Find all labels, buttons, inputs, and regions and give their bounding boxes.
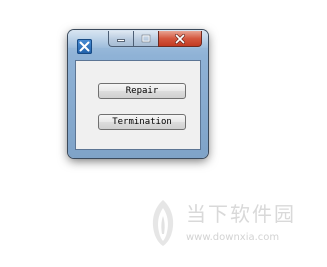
watermark-brand: 当下软件园	[186, 202, 296, 226]
maximize-button[interactable]	[133, 31, 158, 47]
maximize-icon	[141, 34, 151, 43]
minimize-icon	[117, 38, 125, 42]
tools-glyph	[79, 41, 90, 52]
repair-button[interactable]: Repair	[98, 83, 186, 99]
close-button[interactable]	[158, 31, 202, 47]
watermark: 当下软件园 www.downxia.com	[148, 196, 316, 254]
client-area: Repair Termination	[75, 60, 201, 150]
caption-buttons	[108, 31, 202, 47]
app-window: Repair Termination	[68, 30, 208, 158]
watermark-url: www.downxia.com	[186, 232, 280, 243]
screen: Repair Termination 当下软件园 www.downxia.com	[0, 0, 327, 267]
app-icon[interactable]	[77, 39, 92, 54]
downxia-logo-icon	[152, 200, 174, 246]
termination-button[interactable]: Termination	[98, 114, 186, 130]
minimize-button[interactable]	[108, 31, 133, 47]
close-icon	[175, 33, 185, 44]
